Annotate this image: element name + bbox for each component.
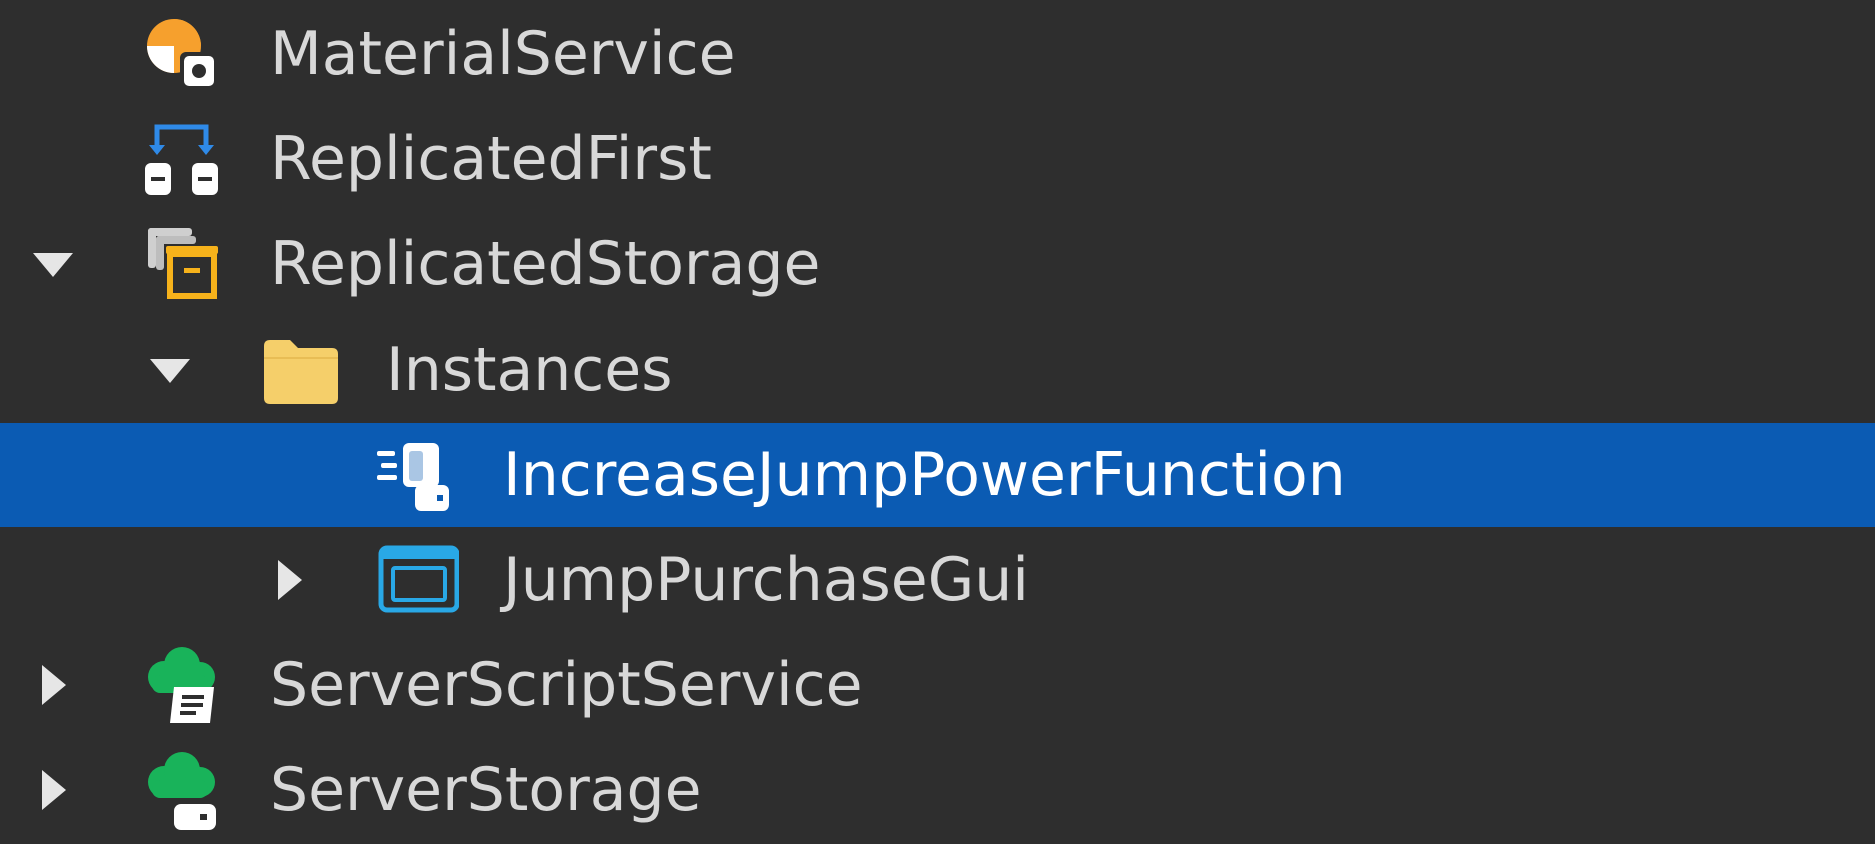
folder-icon <box>258 328 342 412</box>
tree-item-label: ServerStorage <box>270 755 702 825</box>
tree-item-server-script-service[interactable]: ServerScriptService <box>0 633 1875 737</box>
tree-item-label: ServerScriptService <box>270 650 863 720</box>
chevron-right-icon[interactable] <box>24 633 82 737</box>
material-service-icon <box>140 12 224 96</box>
tree-item-replicated-first[interactable]: ReplicatedFirst <box>0 107 1875 211</box>
chevron-right-icon[interactable] <box>260 528 318 632</box>
tree-item-server-storage[interactable]: ServerStorage <box>0 738 1875 842</box>
replicated-storage-icon <box>140 222 224 306</box>
tree-item-label: JumpPurchaseGui <box>503 545 1029 615</box>
tree-item-material-service[interactable]: MaterialService <box>0 2 1875 106</box>
tree-item-replicated-storage[interactable]: ReplicatedStorage <box>0 212 1875 316</box>
tree-item-instances[interactable]: Instances <box>0 318 1875 422</box>
tree-item-increase-jump-power-function[interactable]: IncreaseJumpPowerFunction <box>0 423 1875 527</box>
tree-item-label: ReplicatedFirst <box>270 124 712 194</box>
chevron-right-icon[interactable] <box>24 738 82 842</box>
explorer-tree: MaterialService ReplicatedFirst Replicat… <box>0 0 1875 844</box>
tree-item-jump-purchase-gui[interactable]: JumpPurchaseGui <box>0 528 1875 632</box>
screen-gui-icon <box>375 538 459 622</box>
tree-item-label: ReplicatedStorage <box>270 229 821 299</box>
replicated-first-icon <box>140 117 224 201</box>
server-script-service-icon <box>140 643 224 727</box>
tree-item-label: Instances <box>386 335 673 405</box>
tree-item-label: IncreaseJumpPowerFunction <box>503 440 1346 510</box>
tree-item-label: MaterialService <box>270 19 736 89</box>
server-storage-icon <box>140 748 224 832</box>
chevron-down-icon[interactable] <box>141 318 199 422</box>
remote-function-icon <box>375 433 459 517</box>
chevron-down-icon[interactable] <box>24 212 82 316</box>
